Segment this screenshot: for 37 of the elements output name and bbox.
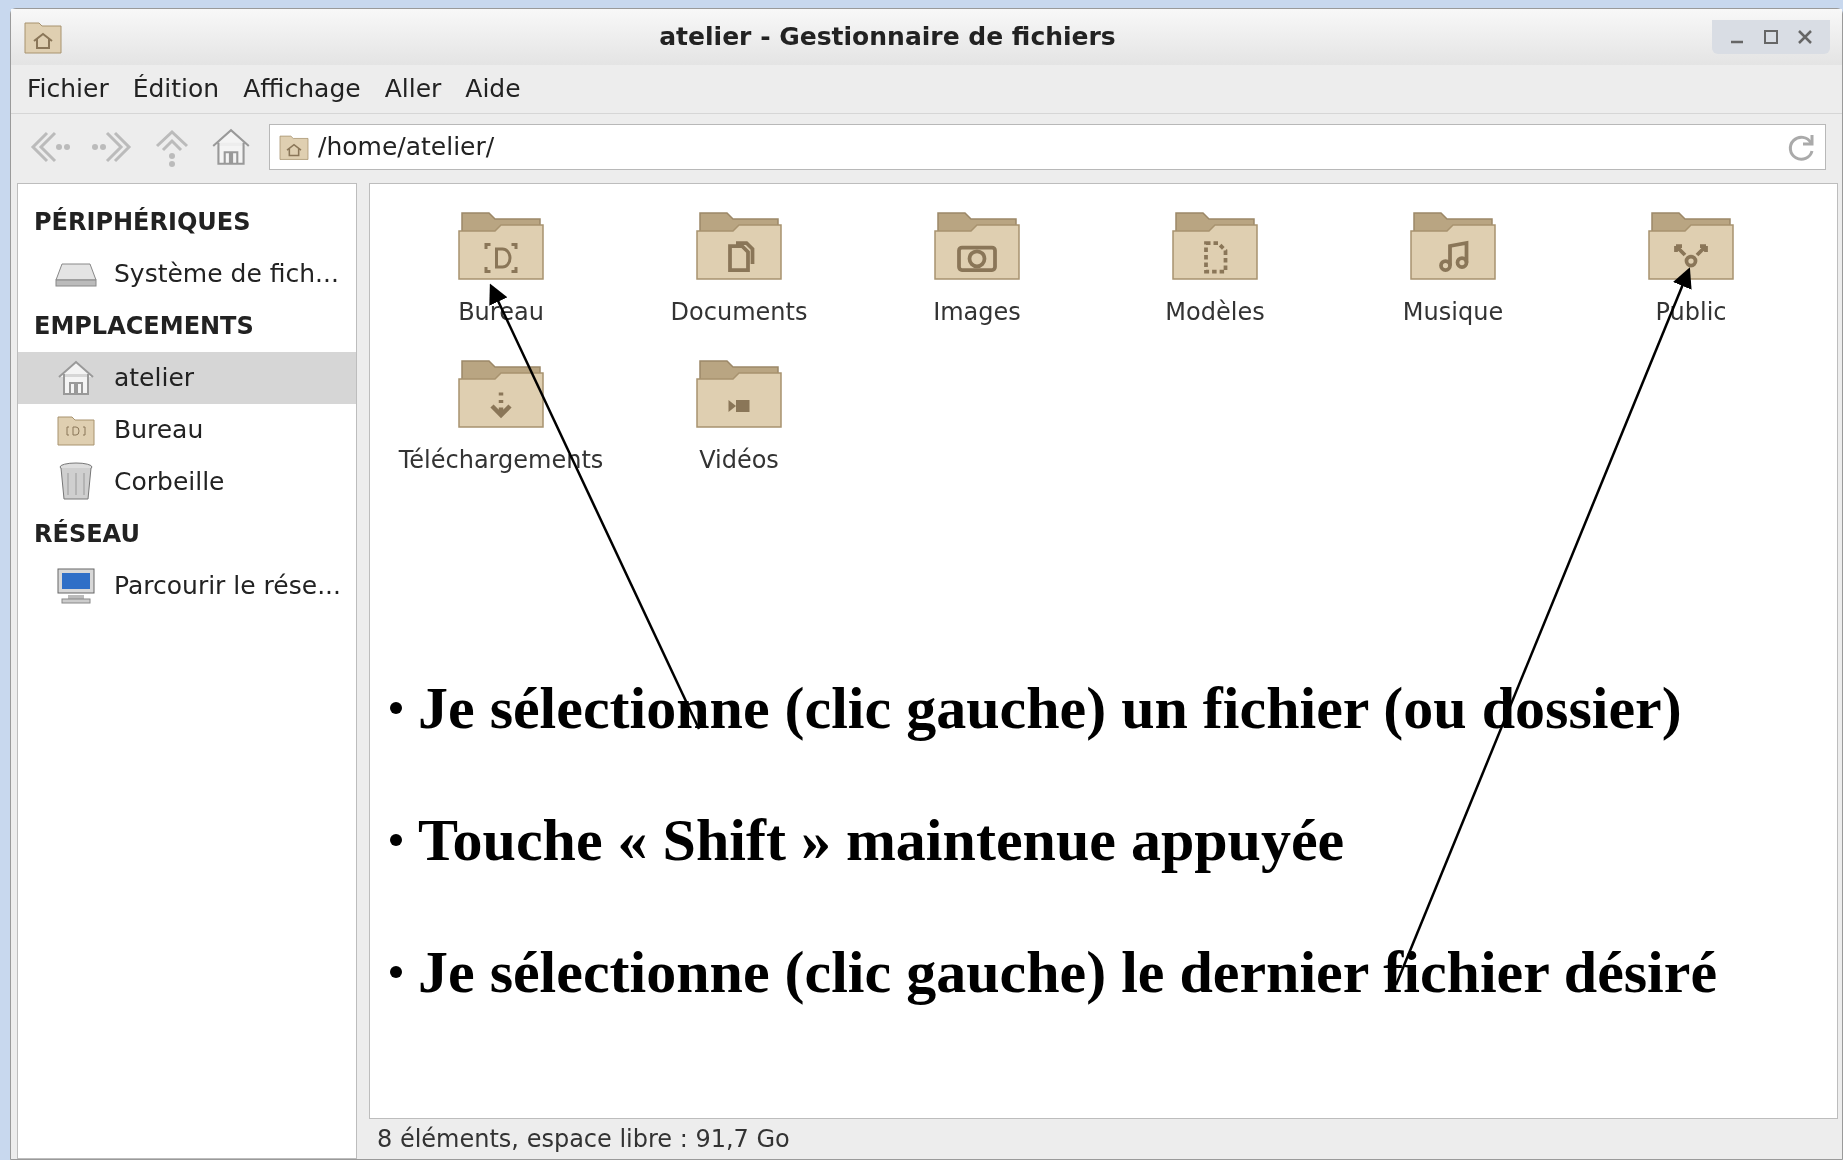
bullet-icon [390,966,402,978]
file-name[interactable]: Musique [1402,294,1504,330]
maximize-icon[interactable] [1762,28,1780,46]
sidebar-item-label: Système de fich... [114,258,339,291]
menu-item[interactable]: Aide [465,70,521,108]
sidebar-item[interactable]: Corbeille [18,456,356,508]
sidebar-item-label: Parcourir le rése... [114,570,341,603]
menu-item[interactable]: Édition [132,70,220,108]
bullet-icon [390,702,402,714]
folder-icon [56,413,96,447]
location-field[interactable]: /home/atelier/ [269,123,1826,170]
file-name[interactable]: Documents [670,294,808,330]
file-name[interactable]: Images [933,294,1021,330]
file-name[interactable]: Vidéos [699,442,779,478]
sidebar-heading: EMPLACEMENTS [33,311,255,342]
sidebar-item[interactable]: atelier [18,352,356,404]
trash-icon [58,461,94,503]
network-computer-icon [54,567,98,605]
sidebar-heading: RÉSEAU [33,518,141,550]
sidebar-heading: PÉRIPHÉRIQUES [33,206,252,238]
menu-item[interactable]: Fichier [27,70,109,108]
sidebar-item[interactable]: Bureau [18,404,356,456]
file-name[interactable]: Modèles [1165,294,1265,330]
sidebar-item-label: atelier [114,362,195,395]
sidebar-item[interactable]: Système de fich... [18,248,356,300]
status-text: 8 éléments, espace libre : 91,7 Go [377,1124,790,1155]
menu-item[interactable]: Affichage [243,70,361,108]
location-path: /home/atelier/ [318,130,496,163]
home-folder-icon [278,132,310,161]
home-folder-icon [23,19,63,55]
close-icon[interactable] [1796,28,1814,46]
sidebar-item[interactable]: Parcourir le rése... [18,560,356,612]
window-title: atelier - Gestionnaire de fichiers [658,21,1117,54]
bullet-icon [390,834,402,846]
sidebar-item-label: Bureau [114,414,204,447]
menu-item[interactable]: Aller [384,70,442,108]
sidebar-item-label: Corbeille [114,466,225,499]
